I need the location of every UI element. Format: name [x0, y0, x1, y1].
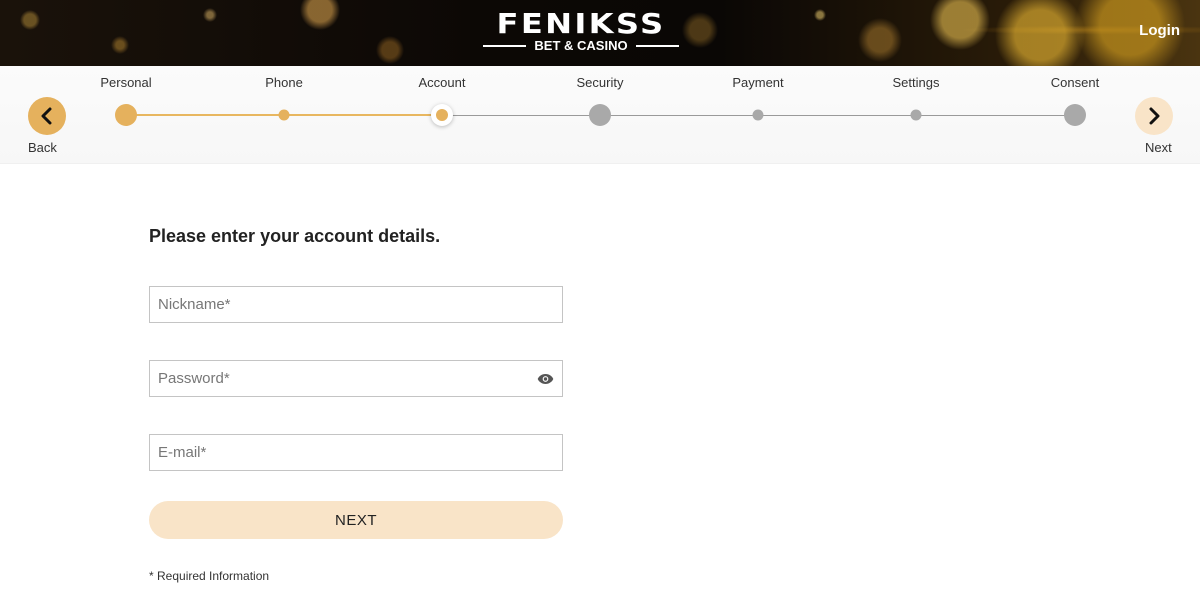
step-marker-phone[interactable]: [278, 109, 290, 121]
step-marker-payment[interactable]: [752, 109, 764, 121]
step-marker-account[interactable]: [431, 104, 453, 126]
step-label-payment: Payment: [732, 75, 784, 90]
form-heading: Please enter your account details.: [149, 226, 441, 246]
back-button[interactable]: [28, 97, 66, 135]
logo-rule-right: [635, 45, 680, 47]
chevron-left-icon: [41, 107, 52, 125]
eye-icon[interactable]: [537, 372, 554, 386]
required-info-note: * Required Information: [149, 569, 270, 583]
step-marker-security[interactable]: [589, 104, 611, 126]
password-input[interactable]: [158, 370, 562, 387]
email-input[interactable]: [158, 444, 562, 461]
step-marker-settings[interactable]: [910, 109, 922, 121]
step-label-personal: Personal: [100, 75, 152, 90]
nickname-field[interactable]: [149, 286, 563, 323]
login-link[interactable]: Login: [1139, 22, 1180, 39]
brand-logo[interactable]: FENIKSS BET & CASINO: [483, 10, 680, 53]
back-label: Back: [28, 140, 57, 155]
email-field[interactable]: [149, 434, 563, 471]
nickname-input[interactable]: [158, 296, 562, 313]
step-label-phone: Phone: [265, 75, 303, 90]
registration-stepper: Back Personal Phone Account Security Payment…: [0, 66, 1200, 164]
step-label-settings: Settings: [892, 75, 940, 90]
logo-tagline-row: BET & CASINO: [483, 38, 680, 53]
step-marker-personal[interactable]: [115, 104, 137, 126]
site-header: FENIKSS BET & CASINO Login: [0, 0, 1200, 66]
next-label: Next: [1145, 140, 1172, 155]
step-label-consent: Consent: [1050, 75, 1100, 90]
step-marker-consent[interactable]: [1064, 104, 1086, 126]
step-label-account: Account: [418, 75, 466, 90]
next-step-button[interactable]: [1135, 97, 1173, 135]
logo-rule-left: [483, 45, 527, 47]
chevron-right-icon: [1149, 107, 1160, 125]
step-label-security: Security: [576, 75, 624, 90]
logo-tagline: BET & CASINO: [534, 38, 628, 53]
next-submit-button[interactable]: NEXT: [149, 501, 563, 539]
logo-wordmark: FENIKSS: [496, 7, 666, 40]
password-field[interactable]: [149, 360, 563, 397]
account-form: Please enter your account details. NEXT …: [149, 226, 563, 583]
